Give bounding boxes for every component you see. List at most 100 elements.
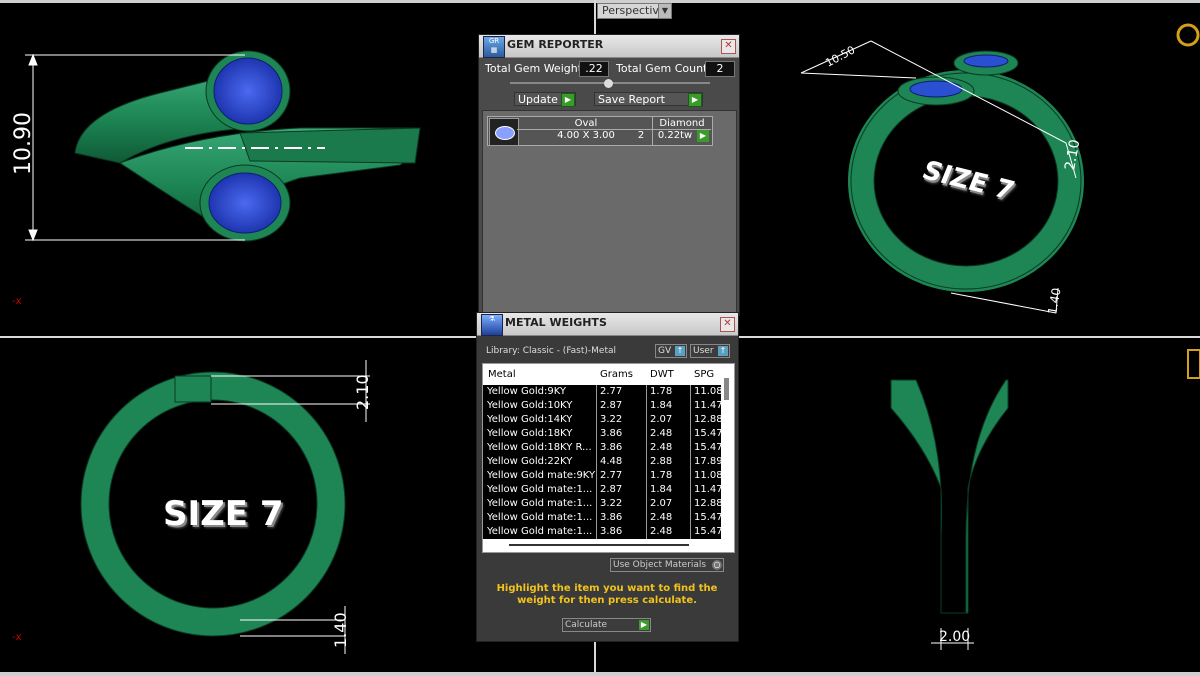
- arrow-up-icon: ↑: [718, 346, 728, 356]
- update-button[interactable]: Update ▶: [514, 92, 576, 107]
- dimension-label-width: 2.00: [939, 629, 970, 645]
- table-cell: 2.87: [600, 400, 623, 411]
- radio-icon: ○: [712, 560, 722, 570]
- table-row[interactable]: Yellow Gold mate:1... 3.86 2.48 15.47: [483, 525, 723, 539]
- column-separator: [690, 413, 691, 427]
- gv-button[interactable]: GV ↑: [655, 344, 687, 358]
- table-cell: 15.47: [694, 512, 723, 523]
- table-cell: 3.22: [600, 498, 623, 509]
- close-icon[interactable]: ✕: [721, 39, 736, 54]
- table-cell: Yellow Gold mate:1...: [487, 526, 593, 537]
- column-separator: [596, 427, 597, 441]
- column-separator: [690, 385, 691, 399]
- splitter-handle[interactable]: [604, 79, 613, 88]
- total-gem-weight-label: Total Gem Weight: [485, 62, 583, 75]
- ring-profile-view: [890, 379, 1009, 614]
- table-cell: 3.86: [600, 512, 623, 523]
- table-cell: 2.07: [650, 414, 673, 425]
- user-button[interactable]: User ↑: [690, 344, 730, 358]
- column-separator: [596, 455, 597, 469]
- table-cell: 2.88: [650, 456, 673, 467]
- vertical-scrollbar[interactable]: [724, 378, 729, 400]
- column-separator: [596, 511, 597, 525]
- table-cell: 4.48: [600, 456, 623, 467]
- ring-icon[interactable]: [1176, 23, 1200, 47]
- save-report-button[interactable]: Save Report ▶: [594, 92, 703, 107]
- column-separator: [596, 441, 597, 455]
- table-row[interactable]: Yellow Gold:10KY 2.87 1.84 11.47: [483, 399, 723, 413]
- metal-table[interactable]: Metal Grams DWT SPG Yellow Gold:9KY 2.77 1…: [482, 363, 735, 553]
- table-row[interactable]: Yellow Gold:14KY 3.22 2.07 12.88: [483, 413, 723, 427]
- total-gem-count-label: Total Gem Count: [616, 62, 708, 75]
- user-label: User: [693, 346, 714, 356]
- column-separator: [690, 455, 691, 469]
- column-separator: [690, 497, 691, 511]
- table-cell: Yellow Gold:14KY: [487, 414, 573, 425]
- table-cell: Yellow Gold mate:1...: [487, 484, 593, 495]
- horizontal-scrollbar[interactable]: [509, 544, 689, 546]
- table-cell: 1.84: [650, 400, 673, 411]
- column-separator: [690, 399, 691, 413]
- use-object-materials-label: Use Object Materials: [613, 560, 707, 570]
- table-cell: 2.77: [600, 386, 623, 397]
- flask-icon: ⚗: [481, 314, 503, 336]
- use-object-materials-dropdown[interactable]: Use Object Materials ○: [610, 558, 724, 572]
- table-row[interactable]: Yellow Gold:22KY 4.48 2.88 17.89: [483, 455, 723, 469]
- column-separator: [690, 427, 691, 441]
- dimension-label-bottom-height: 1.40: [331, 612, 350, 648]
- cup-icon[interactable]: [1187, 349, 1200, 379]
- calculate-label: Calculate: [565, 620, 608, 630]
- table-cell: 15.47: [694, 526, 723, 537]
- table-row[interactable]: Yellow Gold:18KY R... 3.86 2.48 15.47: [483, 441, 723, 455]
- row-divider: [517, 129, 711, 130]
- table-row[interactable]: Yellow Gold mate:1... 3.22 2.07 12.88: [483, 497, 723, 511]
- table-cell: 2.48: [650, 428, 673, 439]
- dimension-label-top-height: 2.10: [353, 374, 372, 410]
- column-separator: [646, 497, 647, 511]
- column-separator: [646, 441, 647, 455]
- table-row[interactable]: Yellow Gold:9KY 2.77 1.78 11.08: [483, 385, 723, 399]
- calculate-button[interactable]: Calculate ▶: [562, 618, 651, 632]
- column-separator: [690, 469, 691, 483]
- axis-indicator-bottom: -x: [12, 632, 22, 643]
- library-label: Library: Classic - (Fast)-Metal: [486, 346, 617, 356]
- table-cell: 3.22: [600, 414, 623, 425]
- play-icon: ▶: [639, 620, 649, 630]
- dimension-label-bottom: 1.40: [1045, 287, 1063, 316]
- table-cell: Yellow Gold:9KY: [487, 386, 566, 397]
- gem-reporter-title: GEM REPORTER: [507, 38, 604, 51]
- play-icon: ▶: [688, 93, 702, 107]
- ring-side-view: [74, 50, 421, 242]
- column-separator: [596, 469, 597, 483]
- table-cell: Yellow Gold:18KY: [487, 428, 573, 439]
- gem-weight: 0.22tw: [657, 130, 693, 141]
- table-cell: 2.48: [650, 512, 673, 523]
- gem-row[interactable]: Oval 4.00 X 3.00 Diamond 2 0.22tw ▶: [487, 116, 713, 146]
- table-cell: 2.48: [650, 526, 673, 537]
- table-row[interactable]: Yellow Gold mate:1... 2.87 1.84 11.47: [483, 483, 723, 497]
- table-cell: Yellow Gold mate:9KY: [487, 470, 596, 481]
- metal-weights-titlebar[interactable]: ⚗ METAL WEIGHTS ✕: [477, 313, 738, 336]
- column-separator: [690, 483, 691, 497]
- gem-material: Diamond: [659, 118, 705, 129]
- total-gem-weight-value: .22: [579, 61, 609, 77]
- play-icon[interactable]: ▶: [697, 130, 709, 142]
- gem-reporter-titlebar[interactable]: GR ▦ GEM REPORTER ✕: [479, 35, 739, 58]
- table-cell: 1.78: [650, 386, 673, 397]
- column-separator: [690, 511, 691, 525]
- table-row[interactable]: Yellow Gold mate:9KY 2.77 1.78 11.08: [483, 469, 723, 483]
- table-row[interactable]: Yellow Gold mate:1... 3.86 2.48 15.47: [483, 511, 723, 525]
- instructions-text: Highlight the item you want to find the …: [496, 583, 718, 606]
- table-row[interactable]: Yellow Gold:18KY 3.86 2.48 15.47: [483, 427, 723, 441]
- table-cell: 2.77: [600, 470, 623, 481]
- column-separator: [596, 385, 597, 399]
- column-separator: [646, 385, 647, 399]
- table-cell: 12.88: [694, 498, 723, 509]
- bottom-border: [0, 672, 1200, 676]
- close-icon[interactable]: ✕: [720, 317, 735, 332]
- table-cell: 2.07: [650, 498, 673, 509]
- column-separator: [646, 511, 647, 525]
- table-cell: 11.08: [694, 386, 723, 397]
- ring-engraving-front: SIZE 7: [163, 494, 284, 534]
- table-cell: 3.86: [600, 442, 623, 453]
